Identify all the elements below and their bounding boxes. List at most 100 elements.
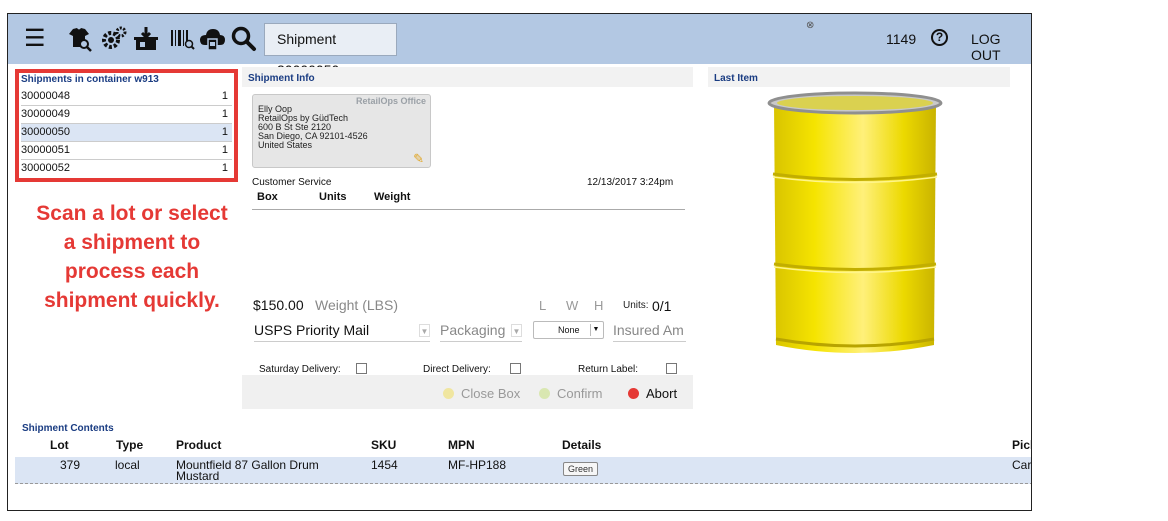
- last-item-header: Last Item: [708, 67, 1010, 87]
- address-line: United States: [258, 140, 313, 150]
- last-item-title: Last Item: [714, 73, 758, 84]
- search-icon[interactable]: [230, 25, 258, 53]
- close-box-label: Close Box: [461, 386, 521, 401]
- insurance-type-select[interactable]: None ▼: [533, 321, 604, 339]
- pick-cell: Cart: [1012, 458, 1032, 472]
- shirt-search-icon[interactable]: [65, 25, 93, 53]
- direct-delivery-checkbox[interactable]: [510, 363, 521, 374]
- product-cell: Mountfield 87 Gallon Drum Mustard: [176, 459, 319, 483]
- carrier-select[interactable]: USPS Priority Mail ▼: [254, 322, 430, 342]
- lot-col-header: Lot: [50, 438, 69, 452]
- mpn-cell: MF-HP188: [448, 458, 507, 472]
- gears-icon[interactable]: [100, 25, 128, 53]
- tab-shipment[interactable]: Shipment 30000050: [264, 23, 397, 78]
- width-input[interactable]: W: [566, 298, 578, 313]
- product-variant: Mustard: [176, 469, 220, 483]
- address-office-label: RetailOps Office: [355, 96, 426, 106]
- weight-col-header: Weight: [374, 191, 411, 203]
- shipment-date: 12/13/2017 3:24pm: [587, 177, 674, 188]
- last-item-panel: Last Item: [708, 67, 1010, 409]
- chevron-down-icon[interactable]: ▼: [590, 324, 601, 336]
- shipment-row-selected[interactable]: 30000050 1: [21, 124, 232, 142]
- customer-service-label: Customer Service: [252, 177, 332, 188]
- carrier-value: USPS Priority Mail: [254, 322, 370, 338]
- type-cell: local: [115, 458, 140, 472]
- shipment-id: 30000052: [21, 162, 70, 174]
- shipment-qty: 1: [221, 90, 228, 102]
- length-input[interactable]: L: [539, 298, 546, 313]
- packaging-placeholder: Packaging: [440, 322, 506, 338]
- box-table-header: Box Units Weight: [252, 190, 685, 210]
- table-row[interactable]: 379 local Mountfield 87 Gallon Drum Must…: [15, 457, 1032, 484]
- check-icon: [539, 388, 550, 399]
- return-label-label: Return Label:: [578, 364, 639, 375]
- return-label-checkbox[interactable]: [666, 363, 677, 374]
- stop-icon: [628, 388, 639, 399]
- instruction-line: a shipment to: [63, 231, 201, 254]
- insured-amount-input[interactable]: Insured Am: [613, 322, 686, 342]
- direct-delivery-label: Direct Delivery:: [423, 364, 491, 375]
- shipment-qty: 1: [221, 144, 228, 156]
- instruction-callout: Scan a lot or select a shipment to proce…: [18, 199, 246, 315]
- shipment-price: $150.00: [253, 297, 304, 313]
- shipment-qty: 1: [221, 162, 228, 174]
- chevron-down-icon[interactable]: ▼: [511, 324, 522, 337]
- details-col-header: Details: [562, 438, 602, 452]
- help-icon[interactable]: ?: [931, 29, 948, 46]
- box-icon: [443, 388, 454, 399]
- weight-input[interactable]: Weight (LBS): [315, 297, 398, 313]
- shipment-row[interactable]: 30000051 1: [21, 142, 232, 160]
- action-bar: Close Box Confirm Abort: [242, 375, 693, 409]
- units-value: 0/1: [652, 298, 672, 314]
- edit-pencil-icon[interactable]: ✎: [413, 152, 424, 165]
- top-bar: ☰ Shipment ⊗ 1149 ? LOG OUT: [8, 14, 1031, 78]
- shipment-row[interactable]: 30000049 1: [21, 106, 232, 124]
- shipment-id: 30000048: [21, 90, 70, 102]
- shipment-id: 30000049: [21, 108, 70, 120]
- shipment-id: 30000051: [21, 144, 70, 156]
- user-count: 1149: [886, 31, 917, 47]
- close-icon[interactable]: ⊗: [806, 20, 814, 31]
- sku-col-header: SKU: [371, 438, 397, 452]
- app-window: ☰ Shipment ⊗ 1149 ? LOG OUT Shipments in…: [7, 13, 1032, 511]
- chevron-down-icon[interactable]: ▼: [419, 324, 430, 337]
- product-col-header: Product: [176, 438, 222, 452]
- saturday-delivery-checkbox[interactable]: [356, 363, 367, 374]
- shipment-qty: 1: [221, 126, 228, 138]
- insurance-type-value: None: [558, 325, 580, 335]
- instruction-line: Scan a lot or select: [36, 202, 228, 225]
- barcode-icon[interactable]: [168, 25, 196, 53]
- hamburger-icon[interactable]: ☰: [24, 27, 46, 51]
- saturday-delivery-label: Saturday Delivery:: [259, 364, 341, 375]
- cloud-print-icon[interactable]: [198, 25, 226, 53]
- shipment-row[interactable]: 30000048 1: [21, 88, 232, 106]
- instruction-line: process each: [64, 260, 200, 283]
- height-input[interactable]: H: [594, 298, 603, 313]
- shipment-qty: 1: [221, 108, 228, 120]
- instruction-line: shipment quickly.: [44, 289, 220, 312]
- shipment-row[interactable]: 30000052 1: [21, 160, 232, 177]
- address-card[interactable]: RetailOps Office Elly Oop RetailOps by G…: [252, 94, 431, 168]
- mpn-col-header: MPN: [448, 438, 475, 452]
- shipments-panel: Shipments in container w913 30000048 1 3…: [15, 69, 238, 182]
- shipments-panel-title: Shipments in container w913: [21, 74, 159, 85]
- shipment-id: 30000050: [21, 126, 70, 138]
- shipment-contents-panel: Shipment Contents Lot Type Product SKU M…: [8, 418, 1032, 510]
- shipment-info-title: Shipment Info: [248, 73, 315, 84]
- sku-cell: 1454: [371, 458, 398, 472]
- package-icon[interactable]: [132, 25, 160, 53]
- pick-col-header: Pick: [1012, 438, 1031, 452]
- units-label: Units:: [623, 300, 649, 311]
- packaging-select[interactable]: Packaging ▼: [440, 322, 522, 342]
- shipment-info-panel: Shipment Info RetailOps Office Elly Oop …: [242, 67, 693, 409]
- confirm-button[interactable]: Confirm: [539, 386, 603, 401]
- abort-label: Abort: [646, 386, 678, 401]
- details-badge: Green: [563, 462, 599, 476]
- close-box-button[interactable]: Close Box: [443, 386, 520, 401]
- logout-button[interactable]: LOG OUT: [971, 31, 1031, 63]
- confirm-label: Confirm: [557, 386, 603, 401]
- type-col-header: Type: [116, 438, 144, 452]
- abort-button[interactable]: Abort: [628, 386, 677, 401]
- shipment-contents-title: Shipment Contents: [22, 423, 114, 434]
- lot-cell: 379: [60, 458, 81, 472]
